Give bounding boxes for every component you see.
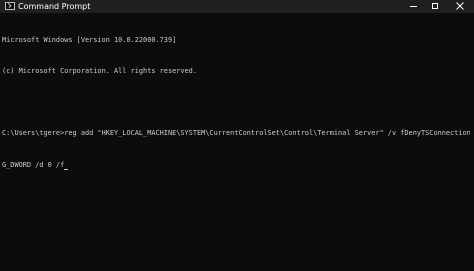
close-icon [456, 2, 464, 10]
window-title: Command Prompt [18, 2, 91, 11]
command-prompt-window: Command Prompt Microsoft Windows [Versio… [0, 0, 474, 271]
command-prompt-icon [5, 2, 15, 10]
close-button[interactable] [448, 0, 474, 13]
command-continuation-text: G_DWORD /d 0 /f [2, 160, 65, 169]
console-line-command: C:\Users\tgere>reg add "HKEY_LOCAL_MACHI… [2, 129, 470, 138]
text-cursor [64, 169, 69, 171]
console-line-version: Microsoft Windows [Version 10.0.22000.73… [2, 35, 177, 44]
title-bar[interactable]: Command Prompt [0, 0, 474, 13]
maximize-button[interactable] [423, 0, 449, 13]
console-line-command-continued: G_DWORD /d 0 /f [2, 160, 470, 171]
console-line-copyright: (c) Microsoft Corporation. All rights re… [2, 67, 197, 76]
console-output[interactable]: Microsoft Windows [Version 10.0.22000.73… [2, 14, 470, 264]
